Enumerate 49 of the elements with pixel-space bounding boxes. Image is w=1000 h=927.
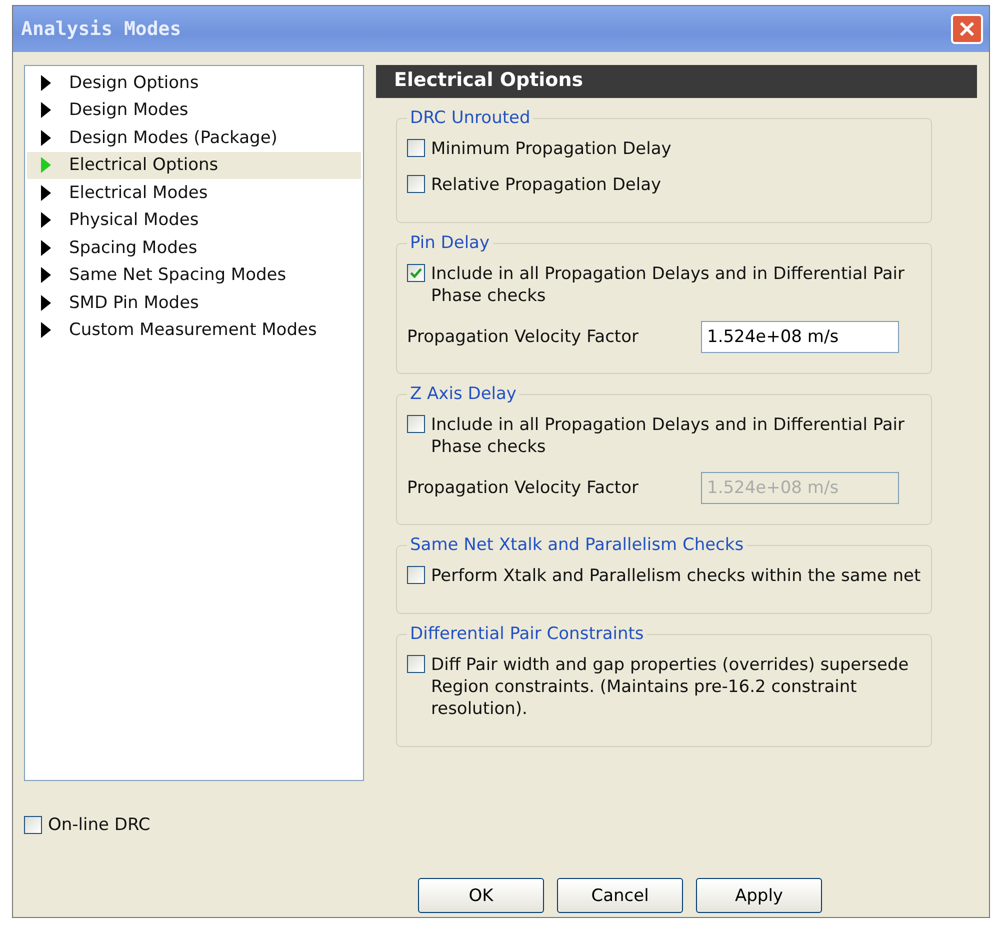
list-item[interactable]: Custom Measurement Modes <box>27 316 361 344</box>
input-field[interactable]: 1.524e+08 m/s <box>701 321 899 353</box>
triangle-icon <box>41 322 51 338</box>
field-label: Propagation Velocity Factor <box>407 478 638 498</box>
group-title: Differential Pair Constraints <box>409 624 645 644</box>
triangle-icon <box>41 294 51 311</box>
list-item[interactable]: Same Net Spacing Modes <box>27 262 361 289</box>
group-title: DRC Unrouted <box>409 108 532 128</box>
checkbox[interactable] <box>407 175 425 193</box>
list-item[interactable]: SMD Pin Modes <box>27 289 361 316</box>
group-title: Pin Delay <box>409 233 491 253</box>
window-title: Analysis Modes <box>21 18 182 40</box>
checkbox-label: Relative Propagation Delay <box>431 174 662 196</box>
field-label: Propagation Velocity Factor <box>407 327 638 347</box>
checkbox[interactable] <box>407 139 425 157</box>
list-item[interactable]: Electrical Modes <box>27 179 361 206</box>
checkbox-label: Diff Pair width and gap properties (overrides) supersede Region constraints. (Maintains pre-16.2 constraint resolution). <box>431 654 910 720</box>
list-item[interactable]: Electrical Options <box>27 152 361 179</box>
checkbox[interactable] <box>407 566 425 584</box>
close-icon <box>957 19 977 39</box>
group-title: Same Net Xtalk and Parallelism Checks <box>409 535 745 555</box>
group-title: Z Axis Delay <box>409 384 518 404</box>
triangle-icon <box>41 184 51 201</box>
checkbox[interactable] <box>24 816 42 834</box>
triangle-icon <box>41 212 51 228</box>
checkbox[interactable] <box>407 264 425 282</box>
checkbox-label: Include in all Propagation Delays and in Differential Pair Phase checks <box>431 263 906 307</box>
list-item[interactable]: Physical Modes <box>27 206 361 234</box>
triangle-icon <box>41 74 51 91</box>
list-item[interactable]: Design Options <box>27 69 361 96</box>
close-button[interactable] <box>951 14 983 44</box>
dialog-button[interactable]: OK <box>418 878 544 913</box>
checkbox-label: Minimum Propagation Delay <box>431 138 672 160</box>
triangle-icon <box>41 267 51 284</box>
triangle-icon <box>41 102 51 118</box>
checkbox[interactable] <box>407 415 425 433</box>
checkbox-label: Perform Xtalk and Parallelism checks within the same net <box>431 565 921 587</box>
dialog-button[interactable]: Apply <box>696 878 822 913</box>
dialog-button[interactable]: Cancel <box>557 878 683 913</box>
triangle-icon <box>41 157 51 174</box>
checkbox-label: On-line DRC <box>48 815 150 835</box>
checkbox[interactable] <box>407 655 425 673</box>
list-item[interactable]: Design Modes (Package) <box>27 124 361 152</box>
list-item[interactable]: Spacing Modes <box>27 234 361 262</box>
checkbox-label: Include in all Propagation Delays and in Differential Pair Phase checks <box>431 414 906 458</box>
list-item[interactable]: Design Modes <box>27 96 361 124</box>
panel-header: Electrical Options <box>376 65 977 98</box>
triangle-icon <box>41 240 51 256</box>
triangle-icon <box>41 130 51 146</box>
